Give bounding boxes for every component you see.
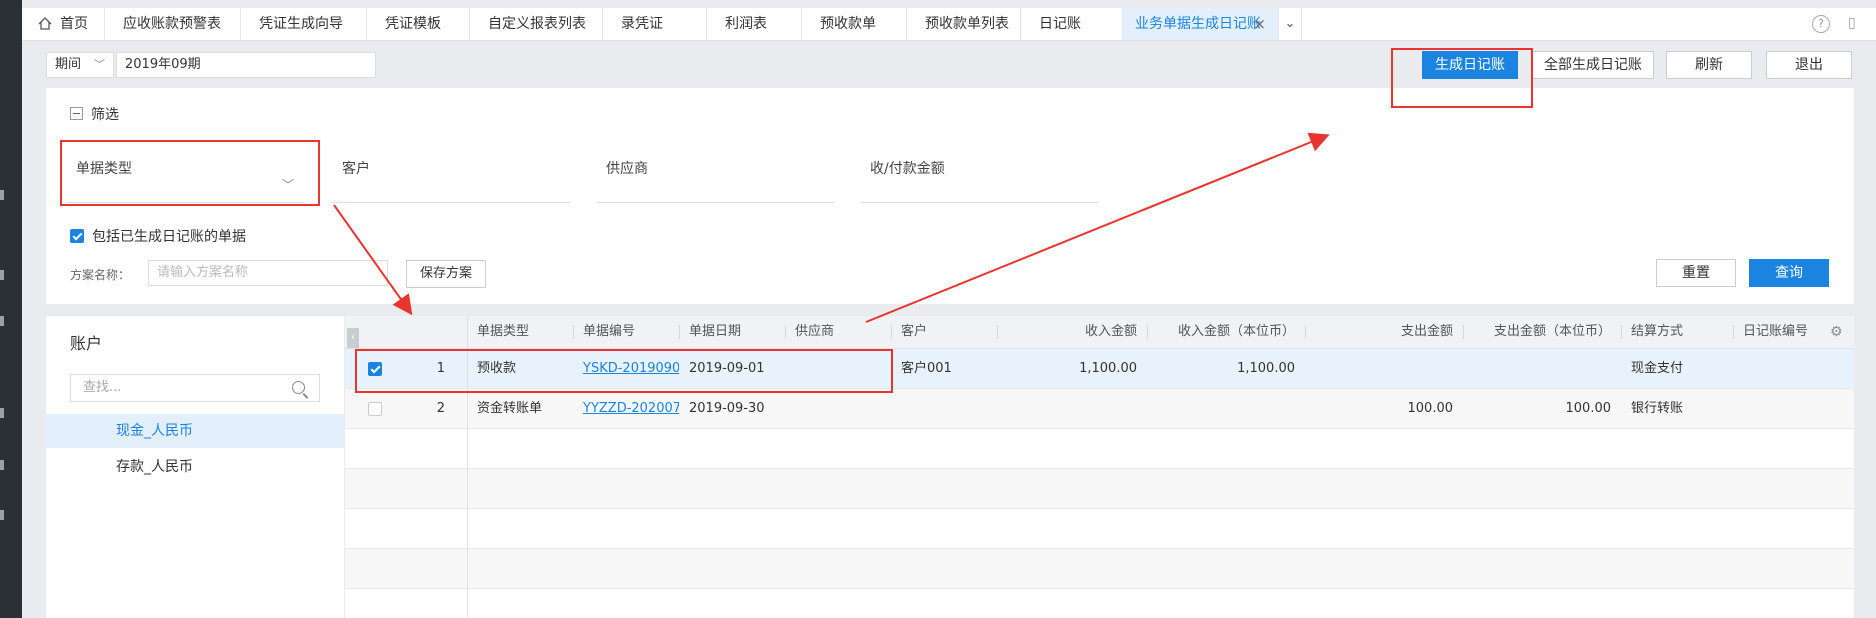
arrow-to-row bbox=[333, 204, 413, 316]
annotation-arrows bbox=[333, 132, 1330, 323]
arrow-to-generate bbox=[865, 132, 1330, 323]
